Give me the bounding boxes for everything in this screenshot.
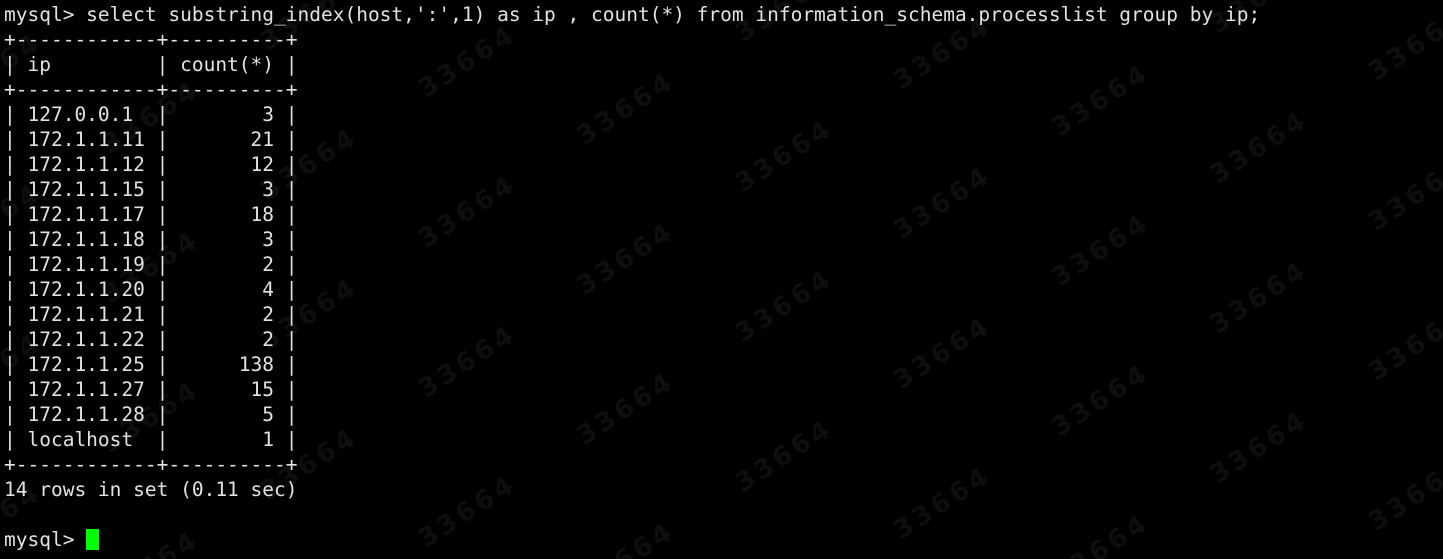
table-row: | 172.1.1.21 | 2 | [4,303,298,326]
table-row: | 172.1.1.19 | 2 | [4,253,298,276]
table-row: | 172.1.1.28 | 5 | [4,403,298,426]
table-row: | 172.1.1.20 | 4 | [4,278,298,301]
block-cursor [86,529,100,550]
table-row: | 172.1.1.27 | 15 | [4,378,298,401]
result-footer: 14 rows in set (0.11 sec) [4,478,298,501]
terminal-output: mysql> select substring_index(host,':',1… [0,0,1443,552]
prompt-line[interactable]: mysql> [4,527,1443,552]
table-row: | 172.1.1.12 | 12 | [4,153,298,176]
command-line: mysql> select substring_index(host,':',1… [4,3,1261,26]
table-header-row: | ip | count(*) | [4,53,298,76]
table-row: | 172.1.1.22 | 2 | [4,328,298,351]
table-border-top: +------------+----------+ [4,28,298,51]
table-row: | 172.1.1.25 | 138 | [4,353,298,376]
table-row: | 172.1.1.15 | 3 | [4,178,298,201]
table-row: | 127.0.0.1 | 3 | [4,103,298,126]
table-row: | localhost | 1 | [4,428,298,451]
table-row: | 172.1.1.11 | 21 | [4,128,298,151]
terminal-window[interactable]: 33664 33664 33664 33664 33664 33664 3366… [0,0,1443,559]
prompt-label: mysql> [4,528,87,551]
table-row: | 172.1.1.17 | 18 | [4,203,298,226]
table-border-header: +------------+----------+ [4,78,298,101]
table-border-bottom: +------------+----------+ [4,453,298,476]
table-row: | 172.1.1.18 | 3 | [4,228,298,251]
